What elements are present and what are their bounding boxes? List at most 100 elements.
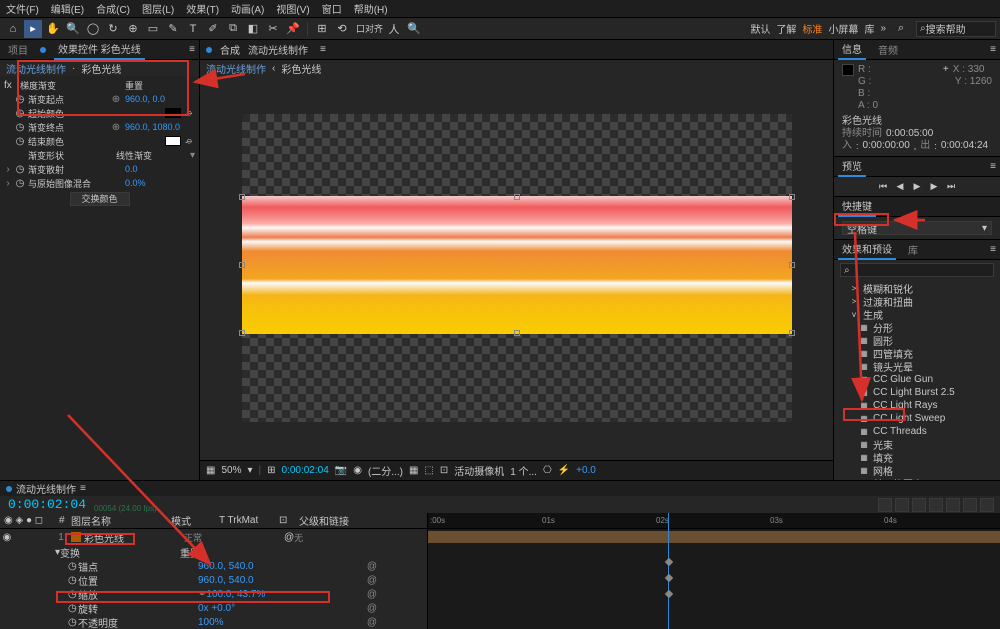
menu-edit[interactable]: 编辑(E) xyxy=(51,1,84,16)
preset-effect[interactable]: ▦填充 xyxy=(834,451,1000,464)
col-trkmat[interactable]: T TrkMat xyxy=(215,515,275,526)
prop-value[interactable]: 960.0, 0.0 xyxy=(125,94,195,104)
preset-category[interactable]: >模糊和锐化 xyxy=(834,282,1000,295)
panel-menu-icon[interactable]: ≡ xyxy=(990,44,996,55)
time-ruler[interactable]: :00s 01s 02s 03s 04s xyxy=(428,513,1000,529)
roto-tool-icon[interactable]: ✂ xyxy=(264,20,282,38)
preset-effect[interactable]: ▦圆形 xyxy=(834,334,1000,347)
camera-dropdown[interactable]: 活动摄像机 xyxy=(454,463,504,478)
views-dropdown[interactable]: 1 个... xyxy=(510,463,537,478)
rotate-tool-icon[interactable]: ↻ xyxy=(104,20,122,38)
layer-mode[interactable]: 正常 xyxy=(184,531,229,544)
preset-effect[interactable]: ▦四管填充 xyxy=(834,347,1000,360)
selection-tool-icon[interactable]: ▸ xyxy=(24,20,42,38)
mask-icon[interactable]: ⬚ xyxy=(424,465,433,476)
orbit-tool-icon[interactable]: ◯ xyxy=(84,20,102,38)
shape-tool-icon[interactable]: ▭ xyxy=(144,20,162,38)
layer-track[interactable] xyxy=(428,529,1000,545)
draft3d-icon[interactable] xyxy=(963,498,977,512)
prop-value[interactable]: 0.0 xyxy=(125,164,195,174)
color-swatch[interactable] xyxy=(165,108,181,118)
visibility-icon[interactable]: ◉ xyxy=(0,532,14,543)
prop-value[interactable]: 960.0, 1080.0 xyxy=(125,122,195,132)
menu-animation[interactable]: 动画(A) xyxy=(231,1,264,16)
crosshair-icon[interactable]: ⊕ xyxy=(111,94,121,104)
last-frame-icon[interactable]: ⏭ xyxy=(944,180,958,194)
pickwhip-icon[interactable]: @ xyxy=(367,603,377,614)
preset-effect[interactable]: ▦CC Light Burst 2.5 xyxy=(834,386,1000,399)
search-small-icon[interactable]: 🔍 xyxy=(405,20,423,38)
shortcut-dropdown[interactable]: 空格键 ▾ xyxy=(842,221,992,235)
graph-icon[interactable] xyxy=(946,498,960,512)
panel-menu-icon[interactable]: ≡ xyxy=(990,161,996,172)
col-switches-icon[interactable]: ⊡ xyxy=(275,515,295,526)
fx-toggle-icon[interactable]: fx xyxy=(4,80,16,91)
comp-tab-name[interactable]: 流动光线制作 xyxy=(248,42,308,57)
zoom-tool-icon[interactable]: 🔍 xyxy=(64,20,82,38)
brush-tool-icon[interactable]: ✐ xyxy=(204,20,222,38)
preset-effect[interactable]: ▦单元格图案 xyxy=(834,477,1000,480)
mb-icon[interactable] xyxy=(929,498,943,512)
preset-category[interactable]: >过渡和扭曲 xyxy=(834,295,1000,308)
effect-name[interactable]: 梯度渐变 xyxy=(20,79,121,92)
stopwatch-icon[interactable]: ◷ xyxy=(16,165,24,173)
search-layers-icon[interactable] xyxy=(878,498,892,512)
menu-file[interactable]: 文件(F) xyxy=(6,1,39,16)
res-icon[interactable]: ▦ xyxy=(206,465,215,476)
panel-menu-icon[interactable]: ≡ xyxy=(189,44,195,55)
3d-icon[interactable]: ⎔ xyxy=(543,465,552,476)
preset-category[interactable]: v生成 xyxy=(834,308,1000,321)
workspace-small[interactable]: 小屏幕 xyxy=(828,21,858,36)
layer-color-swatch[interactable] xyxy=(71,532,81,542)
layer-bar[interactable] xyxy=(428,531,1000,543)
menu-effect[interactable]: 效果(T) xyxy=(186,1,219,16)
workspace-lib[interactable]: 库 xyxy=(864,21,874,36)
layer-name[interactable]: 彩色光线 xyxy=(84,530,184,545)
crumb-comp[interactable]: 流动光线制作 xyxy=(6,61,66,76)
tab-preview[interactable]: 预览 xyxy=(838,156,866,177)
panel-menu-icon[interactable]: ≡ xyxy=(990,244,996,255)
link-icon[interactable]: ⚭ xyxy=(198,589,206,600)
overflow-icon[interactable]: » xyxy=(880,23,886,34)
col-name[interactable]: 图层名称 xyxy=(67,513,167,528)
transform-group[interactable]: ▾ 变换 重置 xyxy=(0,545,427,559)
swap-colors-button[interactable]: 交换颜色 xyxy=(70,192,130,206)
prop-value[interactable]: 100% xyxy=(198,617,224,628)
preset-effect[interactable]: ▦镜头光晕 xyxy=(834,360,1000,373)
zoom-dropdown[interactable]: 50% xyxy=(221,465,241,476)
help-search-input[interactable]: ⌕ 搜索帮助 xyxy=(916,21,996,37)
col-mode[interactable]: 模式 xyxy=(167,513,215,528)
panel-menu-icon[interactable]: ≡ xyxy=(80,483,86,494)
prop-dropdown[interactable]: 线性渐变 xyxy=(116,149,186,162)
presets-tree[interactable]: >模糊和锐化>过渡和扭曲v生成▦分形▦圆形▦四管填充▦镜头光晕▦CC Glue … xyxy=(834,280,1000,480)
menu-help[interactable]: 帮助(H) xyxy=(354,1,388,16)
preset-effect[interactable]: ▦CC Glue Gun xyxy=(834,373,1000,386)
panel-menu-icon[interactable]: ≡ xyxy=(320,44,326,55)
stopwatch-icon[interactable]: ◷ xyxy=(16,137,24,145)
snap-toggle-icon[interactable]: ⟲ xyxy=(333,20,351,38)
menu-view[interactable]: 视图(V) xyxy=(276,1,309,16)
prop-value[interactable]: 960.0, 540.0 xyxy=(198,575,254,586)
preset-effect[interactable]: ▦CC Threads xyxy=(834,425,1000,438)
transform-reset[interactable]: 重置 xyxy=(180,545,200,560)
prop-value[interactable]: 0x +0.0° xyxy=(198,603,235,614)
prev-frame-icon[interactable]: ◀ xyxy=(893,180,907,194)
tab-effects-presets[interactable]: 效果和预设 xyxy=(838,239,896,260)
twirl-icon[interactable]: › xyxy=(4,178,12,189)
pickwhip-icon[interactable]: @ xyxy=(284,532,294,543)
workspace-standard[interactable]: 标准 xyxy=(802,21,822,36)
pickwhip-icon[interactable]: @ xyxy=(367,617,377,628)
stopwatch-icon[interactable]: ◷ xyxy=(68,589,78,600)
stopwatch-icon[interactable]: ◷ xyxy=(68,561,78,572)
stopwatch-icon[interactable]: ◷ xyxy=(16,109,24,117)
workspace-learn[interactable]: 了解 xyxy=(776,21,796,36)
current-time-indicator[interactable] xyxy=(668,513,669,629)
presets-search-input[interactable]: ⌕ xyxy=(840,263,994,277)
stopwatch-icon[interactable]: ◷ xyxy=(68,617,78,628)
extra-tool-icon[interactable]: 人 xyxy=(385,20,403,38)
comp-canvas[interactable] xyxy=(242,114,792,422)
puppet-tool-icon[interactable]: 📌 xyxy=(284,20,302,38)
crumb-comp[interactable]: 流动光线制作 xyxy=(206,61,266,76)
expand-icon[interactable] xyxy=(980,498,994,512)
preset-effect[interactable]: ▦分形 xyxy=(834,321,1000,334)
